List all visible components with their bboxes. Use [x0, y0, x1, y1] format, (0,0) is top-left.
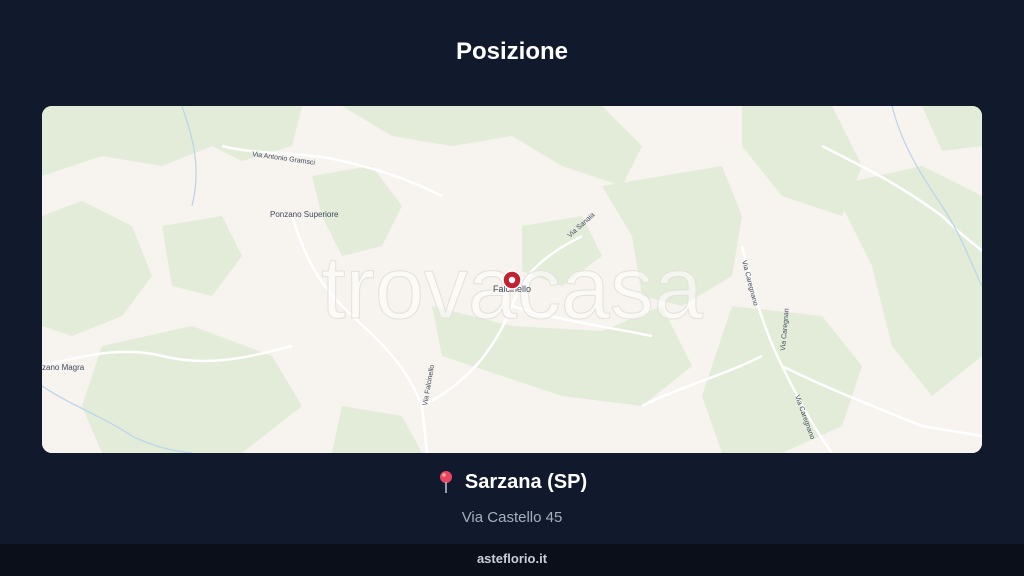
town-label-ponzano: Ponzano Superiore: [270, 210, 339, 219]
city-name: Sarzana (SP): [464, 470, 588, 493]
town-label-ponzano-magra: zano Magra: [42, 363, 85, 372]
location-marker-icon[interactable]: [502, 270, 522, 290]
footer-site-link[interactable]: asteflorio.it: [477, 551, 547, 566]
map-pin-icon: [439, 471, 452, 493]
page-title: Posizione: [455, 38, 569, 65]
map-canvas[interactable]: trovacasa Via Antonio Gramsci Ponzano Su…: [42, 106, 982, 453]
map-view[interactable]: trovacasa Via Antonio Gramsci Ponzano Su…: [42, 106, 982, 453]
location-info: Sarzana (SP) Via Castello 45: [0, 470, 1024, 526]
address-text: Via Castello 45: [461, 509, 563, 526]
footer: asteflorio.it: [0, 544, 1024, 576]
